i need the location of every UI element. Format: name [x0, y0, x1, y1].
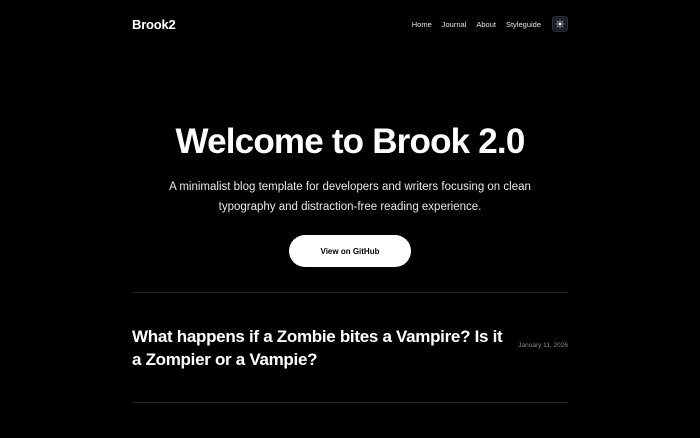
- hero-subtitle: A minimalist blog template for developer…: [169, 181, 531, 213]
- post-list-item: What happens if a Zombie bites a Vampire…: [132, 325, 568, 371]
- main-nav: Home Journal About Styleguide: [412, 16, 568, 32]
- site-header: Brook2 Home Journal About Styleguide: [132, 12, 568, 36]
- post-title[interactable]: What happens if a Zombie bites a Vampire…: [132, 325, 512, 371]
- page: Brook2 Home Journal About Styleguide Wel…: [0, 0, 700, 438]
- hero-title: Welcome to Brook 2.0: [175, 122, 525, 161]
- nav-link-about[interactable]: About: [476, 20, 496, 29]
- post-date: January 11, 2026: [518, 342, 568, 349]
- site-logo[interactable]: Brook2: [132, 17, 176, 32]
- divider: [132, 402, 568, 403]
- nav-link-home[interactable]: Home: [412, 20, 432, 29]
- view-on-github-button[interactable]: View on GitHub: [289, 235, 411, 267]
- hero-section: Welcome to Brook 2.0 A minimalist blog t…: [0, 117, 700, 217]
- nav-link-journal[interactable]: Journal: [442, 20, 467, 29]
- theme-toggle-button[interactable]: [552, 16, 568, 32]
- nav-link-styleguide[interactable]: Styleguide: [506, 20, 541, 29]
- divider: [132, 292, 568, 293]
- sun-icon: [556, 20, 564, 28]
